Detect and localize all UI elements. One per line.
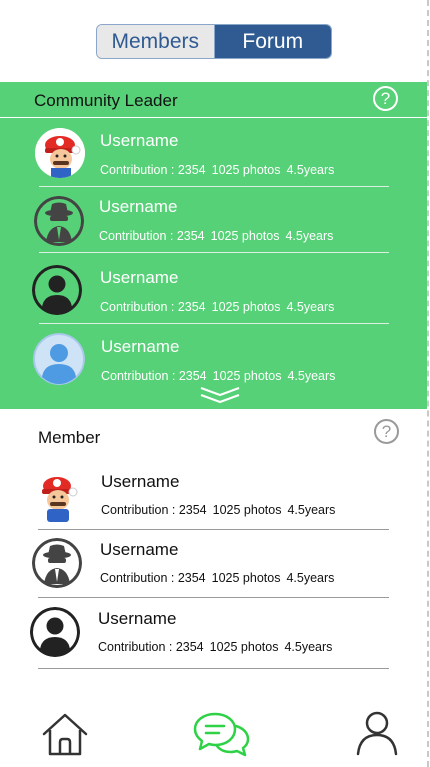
section-divider (0, 117, 427, 118)
page-edge-divider (427, 0, 429, 767)
help-icon[interactable]: ? (373, 86, 398, 111)
forum-page: Members Forum Community Leader ? Usernam… (0, 0, 430, 767)
contribution-count: Contribution : 2354 (99, 229, 205, 243)
member-row[interactable]: Username Contribution : 2354 1025 photos 4… (0, 599, 427, 669)
user-stats: Contribution : 2354 1025 photos 4.5years (98, 640, 338, 654)
contribution-count: Contribution : 2354 (98, 640, 204, 654)
member-row[interactable]: Username Contribution : 2354 1025 photos 4… (0, 530, 427, 598)
username: Username (100, 131, 179, 150)
photo-count: 1025 photos (212, 369, 282, 383)
row-divider (39, 252, 389, 253)
help-icon[interactable]: ? (374, 419, 399, 444)
contribution-count: Contribution : 2354 (101, 369, 207, 383)
user-stats: Contribution : 2354 1025 photos 4.5years (100, 163, 340, 177)
username: Username (100, 268, 179, 287)
default-user-blue-avatar (33, 333, 85, 385)
contribution-count: Contribution : 2354 (101, 503, 207, 517)
expand-chevron-icon[interactable] (199, 386, 241, 404)
member-row[interactable]: Username Contribution : 2354 1025 photos 4… (0, 462, 427, 530)
tab-members[interactable]: Members (97, 25, 215, 58)
photo-count: 1025 photos (211, 571, 281, 585)
tab-forum[interactable]: Forum (214, 25, 331, 58)
home-icon[interactable] (40, 710, 90, 760)
cartoon-mario-avatar (35, 472, 85, 522)
photo-count: 1025 photos (211, 163, 281, 177)
contribution-count: Contribution : 2354 (100, 300, 206, 314)
community-leader-title: Community Leader (34, 91, 178, 110)
membership-years: 4.5years (287, 369, 336, 383)
row-divider (39, 323, 389, 324)
username: Username (101, 337, 180, 356)
row-divider (38, 668, 389, 669)
username: Username (100, 540, 179, 559)
spy-avatar (32, 538, 82, 588)
user-stats: Contribution : 2354 1025 photos 4.5years (99, 229, 339, 243)
user-stats: Contribution : 2354 1025 photos 4.5years (100, 300, 340, 314)
leader-row[interactable]: Username Contribution : 2354 1025 photos 4… (0, 255, 427, 324)
user-stats: Contribution : 2354 1025 photos 4.5years (101, 369, 341, 383)
member-section: Member ? Username Contribution : 2354 10… (0, 409, 427, 679)
photo-count: 1025 photos (212, 503, 282, 517)
photo-count: 1025 photos (209, 640, 279, 654)
membership-years: 4.5years (286, 163, 335, 177)
membership-years: 4.5years (286, 571, 335, 585)
membership-years: 4.5years (287, 503, 336, 517)
membership-years: 4.5years (284, 640, 333, 654)
membership-years: 4.5years (285, 229, 334, 243)
default-user-dark-avatar (30, 607, 80, 657)
leader-row[interactable]: Username Contribution : 2354 1025 photos 4… (0, 120, 427, 188)
forum-chat-icon[interactable] (193, 710, 251, 760)
community-leader-section: Community Leader ? Username Contribution… (0, 82, 427, 409)
members-forum-tabs: Members Forum (96, 24, 332, 59)
spy-avatar (34, 196, 84, 246)
cartoon-mario-avatar (35, 128, 85, 178)
row-divider (38, 597, 389, 598)
profile-icon[interactable] (352, 708, 402, 758)
contribution-count: Contribution : 2354 (100, 163, 206, 177)
leader-row[interactable]: Username Contribution : 2354 1025 photos 4… (0, 186, 427, 254)
default-user-dark-avatar (32, 265, 82, 315)
photo-count: 1025 photos (210, 229, 280, 243)
username: Username (98, 609, 177, 628)
member-title: Member (38, 428, 101, 447)
user-stats: Contribution : 2354 1025 photos 4.5years (101, 503, 341, 517)
user-stats: Contribution : 2354 1025 photos 4.5years (100, 571, 340, 585)
photo-count: 1025 photos (211, 300, 281, 314)
leader-row[interactable]: Username Contribution : 2354 1025 photos 4… (0, 325, 427, 393)
username: Username (99, 197, 178, 216)
membership-years: 4.5years (286, 300, 335, 314)
contribution-count: Contribution : 2354 (100, 571, 206, 585)
username: Username (101, 472, 180, 491)
